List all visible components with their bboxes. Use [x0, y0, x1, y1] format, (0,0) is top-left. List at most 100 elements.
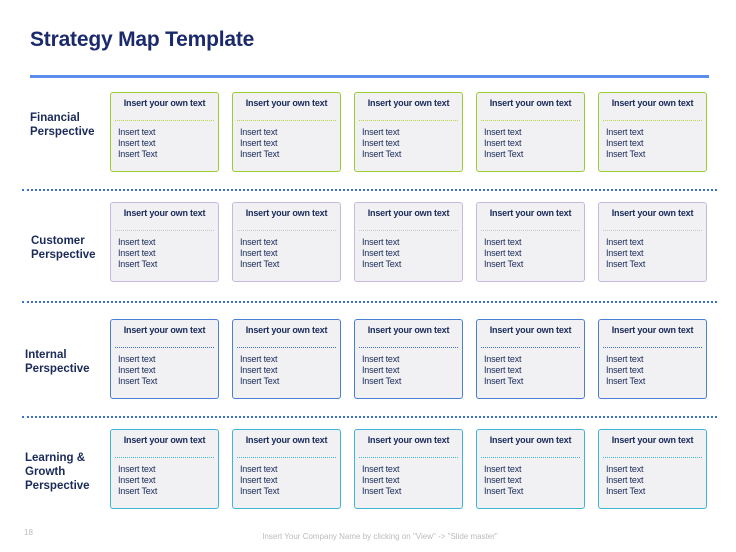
card-line: Insert text	[118, 365, 156, 375]
card-line: Insert text	[362, 354, 400, 364]
objective-card[interactable]: Insert your own text Insert text Insert te…	[354, 429, 463, 509]
objective-card[interactable]: Insert your own text Insert text Insert te…	[110, 319, 219, 399]
card-separator	[481, 120, 580, 121]
card-title: Insert your own text	[245, 435, 328, 445]
card-separator	[481, 347, 580, 348]
card-body: Insert text Insert text Insert Text	[118, 237, 157, 270]
objective-card[interactable]: Insert your own text Insert text Insert te…	[110, 92, 219, 172]
card-title: Insert your own text	[245, 325, 328, 335]
card-body: Insert text Insert text Insert Text	[484, 464, 523, 497]
card-separator	[115, 230, 214, 231]
card-title: Insert your own text	[123, 325, 206, 335]
card-line: Insert text	[240, 248, 278, 258]
card-title: Insert your own text	[123, 435, 206, 445]
card-title: Insert your own text	[367, 435, 450, 445]
perspective-label-line: Perspective	[30, 126, 95, 138]
card-line: Insert Text	[118, 149, 158, 159]
objective-card[interactable]: Insert your own text Insert text Insert te…	[476, 92, 585, 172]
card-line: Insert text	[484, 248, 522, 258]
objective-card[interactable]: Insert your own text Insert text Insert te…	[110, 202, 219, 282]
card-body: Insert text Insert text Insert Text	[240, 464, 279, 497]
card-body: Insert text Insert text Insert Text	[362, 127, 401, 160]
card-separator	[359, 347, 458, 348]
perspective-label-line: Growth	[25, 466, 66, 478]
card-line: Insert text	[362, 475, 400, 485]
objective-card[interactable]: Insert your own text Insert text Insert te…	[476, 319, 585, 399]
card-line: Insert text	[484, 475, 522, 485]
card-line: Insert text	[362, 248, 400, 258]
card-line: Insert text	[484, 237, 522, 247]
objective-card[interactable]: Insert your own text Insert text Insert te…	[232, 429, 341, 509]
objective-card[interactable]: Insert your own text Insert text Insert te…	[110, 429, 219, 509]
objective-card[interactable]: Insert your own text Insert text Insert te…	[476, 202, 585, 282]
card-body: Insert text Insert text Insert Text	[484, 127, 523, 160]
card-line: Insert Text	[606, 149, 646, 159]
card-line: Insert Text	[484, 376, 524, 386]
objective-card[interactable]: Insert your own text Insert text Insert te…	[354, 319, 463, 399]
card-line: Insert text	[240, 354, 278, 364]
card-title: Insert your own text	[489, 98, 572, 108]
card-line: Insert text	[362, 127, 400, 137]
card-body: Insert text Insert text Insert Text	[240, 354, 279, 387]
perspective-label-line: Financial	[30, 112, 80, 124]
perspective-label: Financial Perspective	[30, 111, 95, 139]
card-line: Insert Text	[606, 486, 646, 496]
card-separator	[115, 120, 214, 121]
card-separator	[603, 457, 702, 458]
footer-text: Insert Your Company Name by clicking on …	[262, 532, 498, 541]
card-separator	[359, 457, 458, 458]
objective-card[interactable]: Insert your own text Insert text Insert te…	[354, 92, 463, 172]
card-body: Insert text Insert text Insert Text	[240, 127, 279, 160]
card-body: Insert text Insert text Insert Text	[362, 237, 401, 270]
objective-card[interactable]: Insert your own text Insert text Insert te…	[232, 202, 341, 282]
card-title: Insert your own text	[245, 98, 328, 108]
card-separator	[115, 457, 214, 458]
objective-card[interactable]: Insert your own text Insert text Insert te…	[598, 92, 707, 172]
card-separator	[603, 120, 702, 121]
card-title: Insert your own text	[123, 98, 206, 108]
card-line: Insert Text	[362, 149, 402, 159]
card-title: Insert your own text	[611, 98, 694, 108]
card-line: Insert text	[606, 248, 644, 258]
card-body: Insert text Insert text Insert Text	[118, 354, 157, 387]
card-line: Insert text	[484, 354, 522, 364]
card-line: Insert text	[484, 127, 522, 137]
card-separator	[481, 230, 580, 231]
perspective-row: Learning & Growth Perspective Insert your o…	[0, 429, 736, 513]
card-line: Insert text	[484, 464, 522, 474]
card-line: Insert text	[240, 138, 278, 148]
objective-card[interactable]: Insert your own text Insert text Insert te…	[598, 319, 707, 399]
card-line: Insert text	[606, 237, 644, 247]
card-line: Insert Text	[362, 259, 402, 269]
card-line: Insert text	[606, 365, 644, 375]
card-body: Insert text Insert text Insert Text	[606, 464, 645, 497]
perspective-label: Customer Perspective	[31, 234, 96, 262]
card-body: Insert text Insert text Insert Text	[362, 354, 401, 387]
card-line: Insert text	[606, 354, 644, 364]
card-line: Insert Text	[484, 259, 524, 269]
card-line: Insert text	[606, 138, 644, 148]
card-line: Insert Text	[362, 486, 402, 496]
card-title: Insert your own text	[245, 208, 328, 218]
card-line: Insert text	[240, 475, 278, 485]
card-line: Insert text	[240, 464, 278, 474]
card-separator	[237, 457, 336, 458]
card-body: Insert text Insert text Insert Text	[606, 237, 645, 270]
card-line: Insert Text	[240, 259, 280, 269]
objective-card[interactable]: Insert your own text Insert text Insert te…	[598, 429, 707, 509]
card-body: Insert text Insert text Insert Text	[606, 354, 645, 387]
card-line: Insert text	[118, 475, 156, 485]
card-line: Insert text	[484, 138, 522, 148]
objective-card[interactable]: Insert your own text Insert text Insert te…	[598, 202, 707, 282]
perspective-label: Internal Perspective	[25, 348, 90, 376]
objective-card[interactable]: Insert your own text Insert text Insert te…	[354, 202, 463, 282]
row-divider	[22, 301, 717, 303]
row-divider	[22, 416, 717, 418]
card-separator	[603, 230, 702, 231]
objective-card[interactable]: Insert your own text Insert text Insert te…	[232, 92, 341, 172]
objective-card[interactable]: Insert your own text Insert text Insert te…	[232, 319, 341, 399]
card-separator	[481, 457, 580, 458]
card-line: Insert text	[118, 464, 156, 474]
objective-card[interactable]: Insert your own text Insert text Insert te…	[476, 429, 585, 509]
card-title: Insert your own text	[489, 208, 572, 218]
